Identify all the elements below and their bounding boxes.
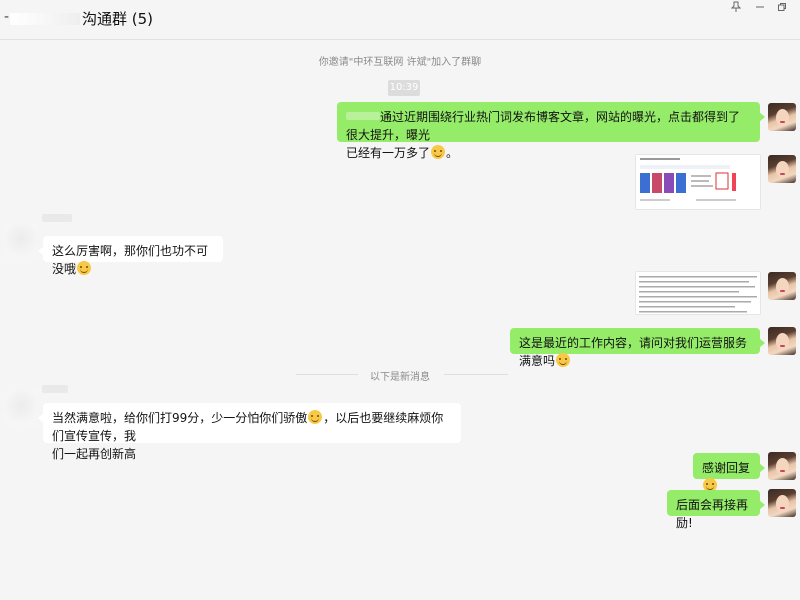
my-avatar[interactable] [768, 155, 796, 183]
message-bubble-6[interactable]: 当然满意啦，给你们打99分，少一分怕你们骄傲 ，以后也要继续麻烦你们宣传宣传，我 … [38, 403, 461, 461]
new-messages-divider: 以下是新消息 [370, 372, 430, 383]
invite-notice: 你邀请"中环互联网 许斌"加入了群聊 [318, 57, 482, 68]
my-avatar[interactable] [768, 272, 796, 300]
message-text-1a: 通过近期围绕行业热门词发布博客文章，网站的曝光，点击都得到了很大提升，曝光 [346, 110, 741, 142]
blurred-sender-name [42, 385, 68, 393]
message-text-1c: 。 [446, 146, 459, 160]
pin-icon[interactable] [726, 0, 746, 14]
chat-title: 沟通群 (5) [82, 10, 154, 28]
divider-right [444, 374, 508, 375]
title-bar: - 沟通群 (5) [0, 0, 800, 40]
my-avatar[interactable] [768, 327, 796, 355]
message-bubble-7[interactable]: 感谢回复 [693, 453, 765, 492]
blurred-mention [346, 112, 380, 120]
minimize-icon[interactable] [750, 0, 770, 14]
message-text-1b: 已经有一万多了 [346, 146, 431, 160]
search-results-screenshot[interactable] [635, 154, 761, 210]
title-dash: - [4, 9, 10, 25]
restore-icon[interactable] [772, 0, 792, 14]
sender-avatar[interactable] [4, 389, 38, 431]
smile-emoji [556, 353, 571, 367]
my-avatar[interactable] [768, 489, 796, 517]
message-text-6c: 们一起再创新高 [52, 447, 137, 461]
message-bubble-3[interactable]: 这么厉害啊，那你们也功不可没哦 [38, 236, 223, 276]
message-timestamp: 10:39 [388, 80, 420, 96]
message-bubble-5[interactable]: 这是最近的工作内容，请问对我们运营服务满意吗 [510, 328, 765, 368]
message-bubble-8[interactable]: 后面会再接再励! [667, 490, 765, 530]
document-screenshot[interactable] [635, 271, 761, 315]
my-avatar[interactable] [768, 103, 796, 131]
my-avatar[interactable] [768, 452, 796, 480]
message-text-7: 感谢回复 [702, 461, 751, 475]
message-text-6a: 当然满意啦，给你们打99分，少一分怕你们骄傲 [52, 411, 308, 425]
message-text-8: 后面会再接再励! [676, 498, 749, 530]
smile-emoji [77, 261, 92, 275]
sender-avatar[interactable] [4, 222, 38, 264]
blurred-group-name [10, 13, 80, 25]
smile-emoji [431, 145, 446, 159]
blurred-sender-name [42, 214, 72, 222]
message-bubble-1[interactable]: 通过近期围绕行业热门词发布博客文章，网站的曝光，点击都得到了很大提升，曝光 已经… [337, 102, 765, 160]
smile-emoji [308, 410, 323, 424]
message-text-5: 这是最近的工作内容，请问对我们运营服务满意吗 [519, 336, 748, 368]
message-text-3: 这么厉害啊，那你们也功不可没哦 [52, 244, 209, 276]
